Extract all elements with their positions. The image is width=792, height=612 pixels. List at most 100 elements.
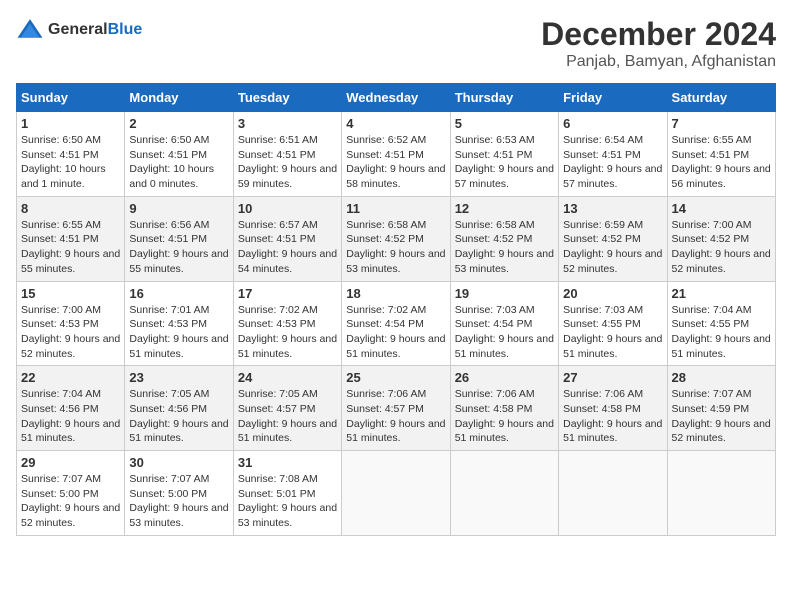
day-info: Sunrise: 7:01 AMSunset: 4:53 PMDaylight:…	[129, 303, 228, 362]
calendar-cell: 25Sunrise: 7:06 AMSunset: 4:57 PMDayligh…	[342, 366, 450, 451]
col-header-monday: Monday	[125, 84, 233, 112]
day-info: Sunrise: 7:05 AMSunset: 4:57 PMDaylight:…	[238, 387, 337, 446]
calendar-body: 1 Sunrise: 6:50 AMSunset: 4:51 PMDaylight…	[17, 112, 776, 536]
day-number: 6	[563, 116, 662, 131]
calendar-cell: 18 Sunrise: 7:02 AMSunset: 4:54 PMDayligh…	[342, 281, 450, 366]
calendar-cell: 30 Sunrise: 7:07 AMSunset: 5:00 PMDayligh…	[125, 451, 233, 536]
day-number: 3	[238, 116, 337, 131]
calendar-cell: 31Sunrise: 7:08 AMSunset: 5:01 PMDayligh…	[233, 451, 341, 536]
day-info: Sunrise: 7:03 AMSunset: 4:54 PMDaylight:…	[455, 303, 554, 362]
day-info: Sunrise: 6:51 AMSunset: 4:51 PMDaylight:…	[238, 133, 337, 192]
calendar-cell: 9 Sunrise: 6:56 AMSunset: 4:51 PMDaylight…	[125, 196, 233, 281]
calendar-cell	[450, 451, 558, 536]
calendar-cell: 27 Sunrise: 7:06 AMSunset: 4:58 PMDayligh…	[559, 366, 667, 451]
day-number: 19	[455, 286, 554, 301]
location-title: Panjab, Bamyan, Afghanistan	[541, 53, 776, 71]
col-header-friday: Friday	[559, 84, 667, 112]
calendar-cell: 4Sunrise: 6:52 AMSunset: 4:51 PMDaylight…	[342, 112, 450, 197]
day-info: Sunrise: 6:54 AMSunset: 4:51 PMDaylight:…	[563, 133, 662, 192]
day-info: Sunrise: 7:03 AMSunset: 4:55 PMDaylight:…	[563, 303, 662, 362]
day-info: Sunrise: 7:07 AMSunset: 4:59 PMDaylight:…	[672, 387, 771, 446]
day-number: 8	[21, 201, 120, 216]
logo-general: GeneralBlue	[48, 21, 142, 39]
calendar-week-row: 1 Sunrise: 6:50 AMSunset: 4:51 PMDaylight…	[17, 112, 776, 197]
day-info: Sunrise: 6:59 AMSunset: 4:52 PMDaylight:…	[563, 218, 662, 277]
day-info: Sunrise: 6:50 AMSunset: 4:51 PMDaylight:…	[21, 133, 120, 192]
calendar-cell: 11 Sunrise: 6:58 AMSunset: 4:52 PMDayligh…	[342, 196, 450, 281]
day-info: Sunrise: 6:56 AMSunset: 4:51 PMDaylight:…	[129, 218, 228, 277]
day-info: Sunrise: 7:04 AMSunset: 4:55 PMDaylight:…	[672, 303, 771, 362]
calendar-cell: 22 Sunrise: 7:04 AMSunset: 4:56 PMDayligh…	[17, 366, 125, 451]
day-number: 2	[129, 116, 228, 131]
day-number: 5	[455, 116, 554, 131]
day-number: 24	[238, 370, 337, 385]
col-header-tuesday: Tuesday	[233, 84, 341, 112]
calendar-cell: 26 Sunrise: 7:06 AMSunset: 4:58 PMDayligh…	[450, 366, 558, 451]
day-number: 16	[129, 286, 228, 301]
day-info: Sunrise: 7:07 AMSunset: 5:00 PMDaylight:…	[129, 472, 228, 531]
calendar-cell: 24 Sunrise: 7:05 AMSunset: 4:57 PMDayligh…	[233, 366, 341, 451]
calendar-week-row: 15 Sunrise: 7:00 AMSunset: 4:53 PMDayligh…	[17, 281, 776, 366]
calendar-week-row: 22 Sunrise: 7:04 AMSunset: 4:56 PMDayligh…	[17, 366, 776, 451]
calendar-cell: 20 Sunrise: 7:03 AMSunset: 4:55 PMDayligh…	[559, 281, 667, 366]
day-number: 12	[455, 201, 554, 216]
day-number: 17	[238, 286, 337, 301]
logo: GeneralBlue	[16, 16, 142, 44]
logo-icon	[16, 16, 44, 44]
col-header-saturday: Saturday	[667, 84, 775, 112]
day-number: 27	[563, 370, 662, 385]
calendar-cell: 17Sunrise: 7:02 AMSunset: 4:53 PMDayligh…	[233, 281, 341, 366]
col-header-thursday: Thursday	[450, 84, 558, 112]
calendar-cell: 19 Sunrise: 7:03 AMSunset: 4:54 PMDayligh…	[450, 281, 558, 366]
day-info: Sunrise: 7:06 AMSunset: 4:58 PMDaylight:…	[455, 387, 554, 446]
calendar-cell	[559, 451, 667, 536]
col-header-wednesday: Wednesday	[342, 84, 450, 112]
day-number: 28	[672, 370, 771, 385]
day-info: Sunrise: 7:05 AMSunset: 4:56 PMDaylight:…	[129, 387, 228, 446]
day-number: 13	[563, 201, 662, 216]
day-info: Sunrise: 7:06 AMSunset: 4:58 PMDaylight:…	[563, 387, 662, 446]
calendar-cell: 29Sunrise: 7:07 AMSunset: 5:00 PMDayligh…	[17, 451, 125, 536]
calendar-table: SundayMondayTuesdayWednesdayThursdayFrid…	[16, 83, 776, 536]
day-info: Sunrise: 7:02 AMSunset: 4:54 PMDaylight:…	[346, 303, 445, 362]
calendar-cell: 23 Sunrise: 7:05 AMSunset: 4:56 PMDayligh…	[125, 366, 233, 451]
calendar-cell: 15 Sunrise: 7:00 AMSunset: 4:53 PMDayligh…	[17, 281, 125, 366]
calendar-cell	[342, 451, 450, 536]
day-info: Sunrise: 7:00 AMSunset: 4:52 PMDaylight:…	[672, 218, 771, 277]
calendar-cell: 3 Sunrise: 6:51 AMSunset: 4:51 PMDaylight…	[233, 112, 341, 197]
calendar-cell: 6 Sunrise: 6:54 AMSunset: 4:51 PMDaylight…	[559, 112, 667, 197]
calendar-cell: 10 Sunrise: 6:57 AMSunset: 4:51 PMDayligh…	[233, 196, 341, 281]
title-section: December 2024 Panjab, Bamyan, Afghanista…	[541, 16, 776, 71]
calendar-cell: 5 Sunrise: 6:53 AMSunset: 4:51 PMDaylight…	[450, 112, 558, 197]
day-info: Sunrise: 6:58 AMSunset: 4:52 PMDaylight:…	[346, 218, 445, 277]
day-number: 29	[21, 455, 120, 470]
calendar-cell: 13 Sunrise: 6:59 AMSunset: 4:52 PMDayligh…	[559, 196, 667, 281]
day-number: 7	[672, 116, 771, 131]
day-number: 23	[129, 370, 228, 385]
day-number: 15	[21, 286, 120, 301]
day-number: 30	[129, 455, 228, 470]
day-info: Sunrise: 6:57 AMSunset: 4:51 PMDaylight:…	[238, 218, 337, 277]
day-number: 11	[346, 201, 445, 216]
day-number: 18	[346, 286, 445, 301]
day-info: Sunrise: 7:06 AMSunset: 4:57 PMDaylight:…	[346, 387, 445, 446]
calendar-cell: 28 Sunrise: 7:07 AMSunset: 4:59 PMDayligh…	[667, 366, 775, 451]
calendar-week-row: 8Sunrise: 6:55 AMSunset: 4:51 PMDaylight…	[17, 196, 776, 281]
day-info: Sunrise: 7:00 AMSunset: 4:53 PMDaylight:…	[21, 303, 120, 362]
day-number: 22	[21, 370, 120, 385]
day-number: 10	[238, 201, 337, 216]
day-number: 26	[455, 370, 554, 385]
day-info: Sunrise: 6:55 AMSunset: 4:51 PMDaylight:…	[672, 133, 771, 192]
calendar-cell: 16 Sunrise: 7:01 AMSunset: 4:53 PMDayligh…	[125, 281, 233, 366]
day-number: 20	[563, 286, 662, 301]
day-info: Sunrise: 6:53 AMSunset: 4:51 PMDaylight:…	[455, 133, 554, 192]
day-number: 1	[21, 116, 120, 131]
day-info: Sunrise: 7:04 AMSunset: 4:56 PMDaylight:…	[21, 387, 120, 446]
month-title: December 2024	[541, 16, 776, 53]
col-header-sunday: Sunday	[17, 84, 125, 112]
calendar-cell: 1 Sunrise: 6:50 AMSunset: 4:51 PMDaylight…	[17, 112, 125, 197]
day-number: 14	[672, 201, 771, 216]
calendar-cell: 7 Sunrise: 6:55 AMSunset: 4:51 PMDaylight…	[667, 112, 775, 197]
day-number: 9	[129, 201, 228, 216]
day-info: Sunrise: 6:50 AMSunset: 4:51 PMDaylight:…	[129, 133, 228, 192]
